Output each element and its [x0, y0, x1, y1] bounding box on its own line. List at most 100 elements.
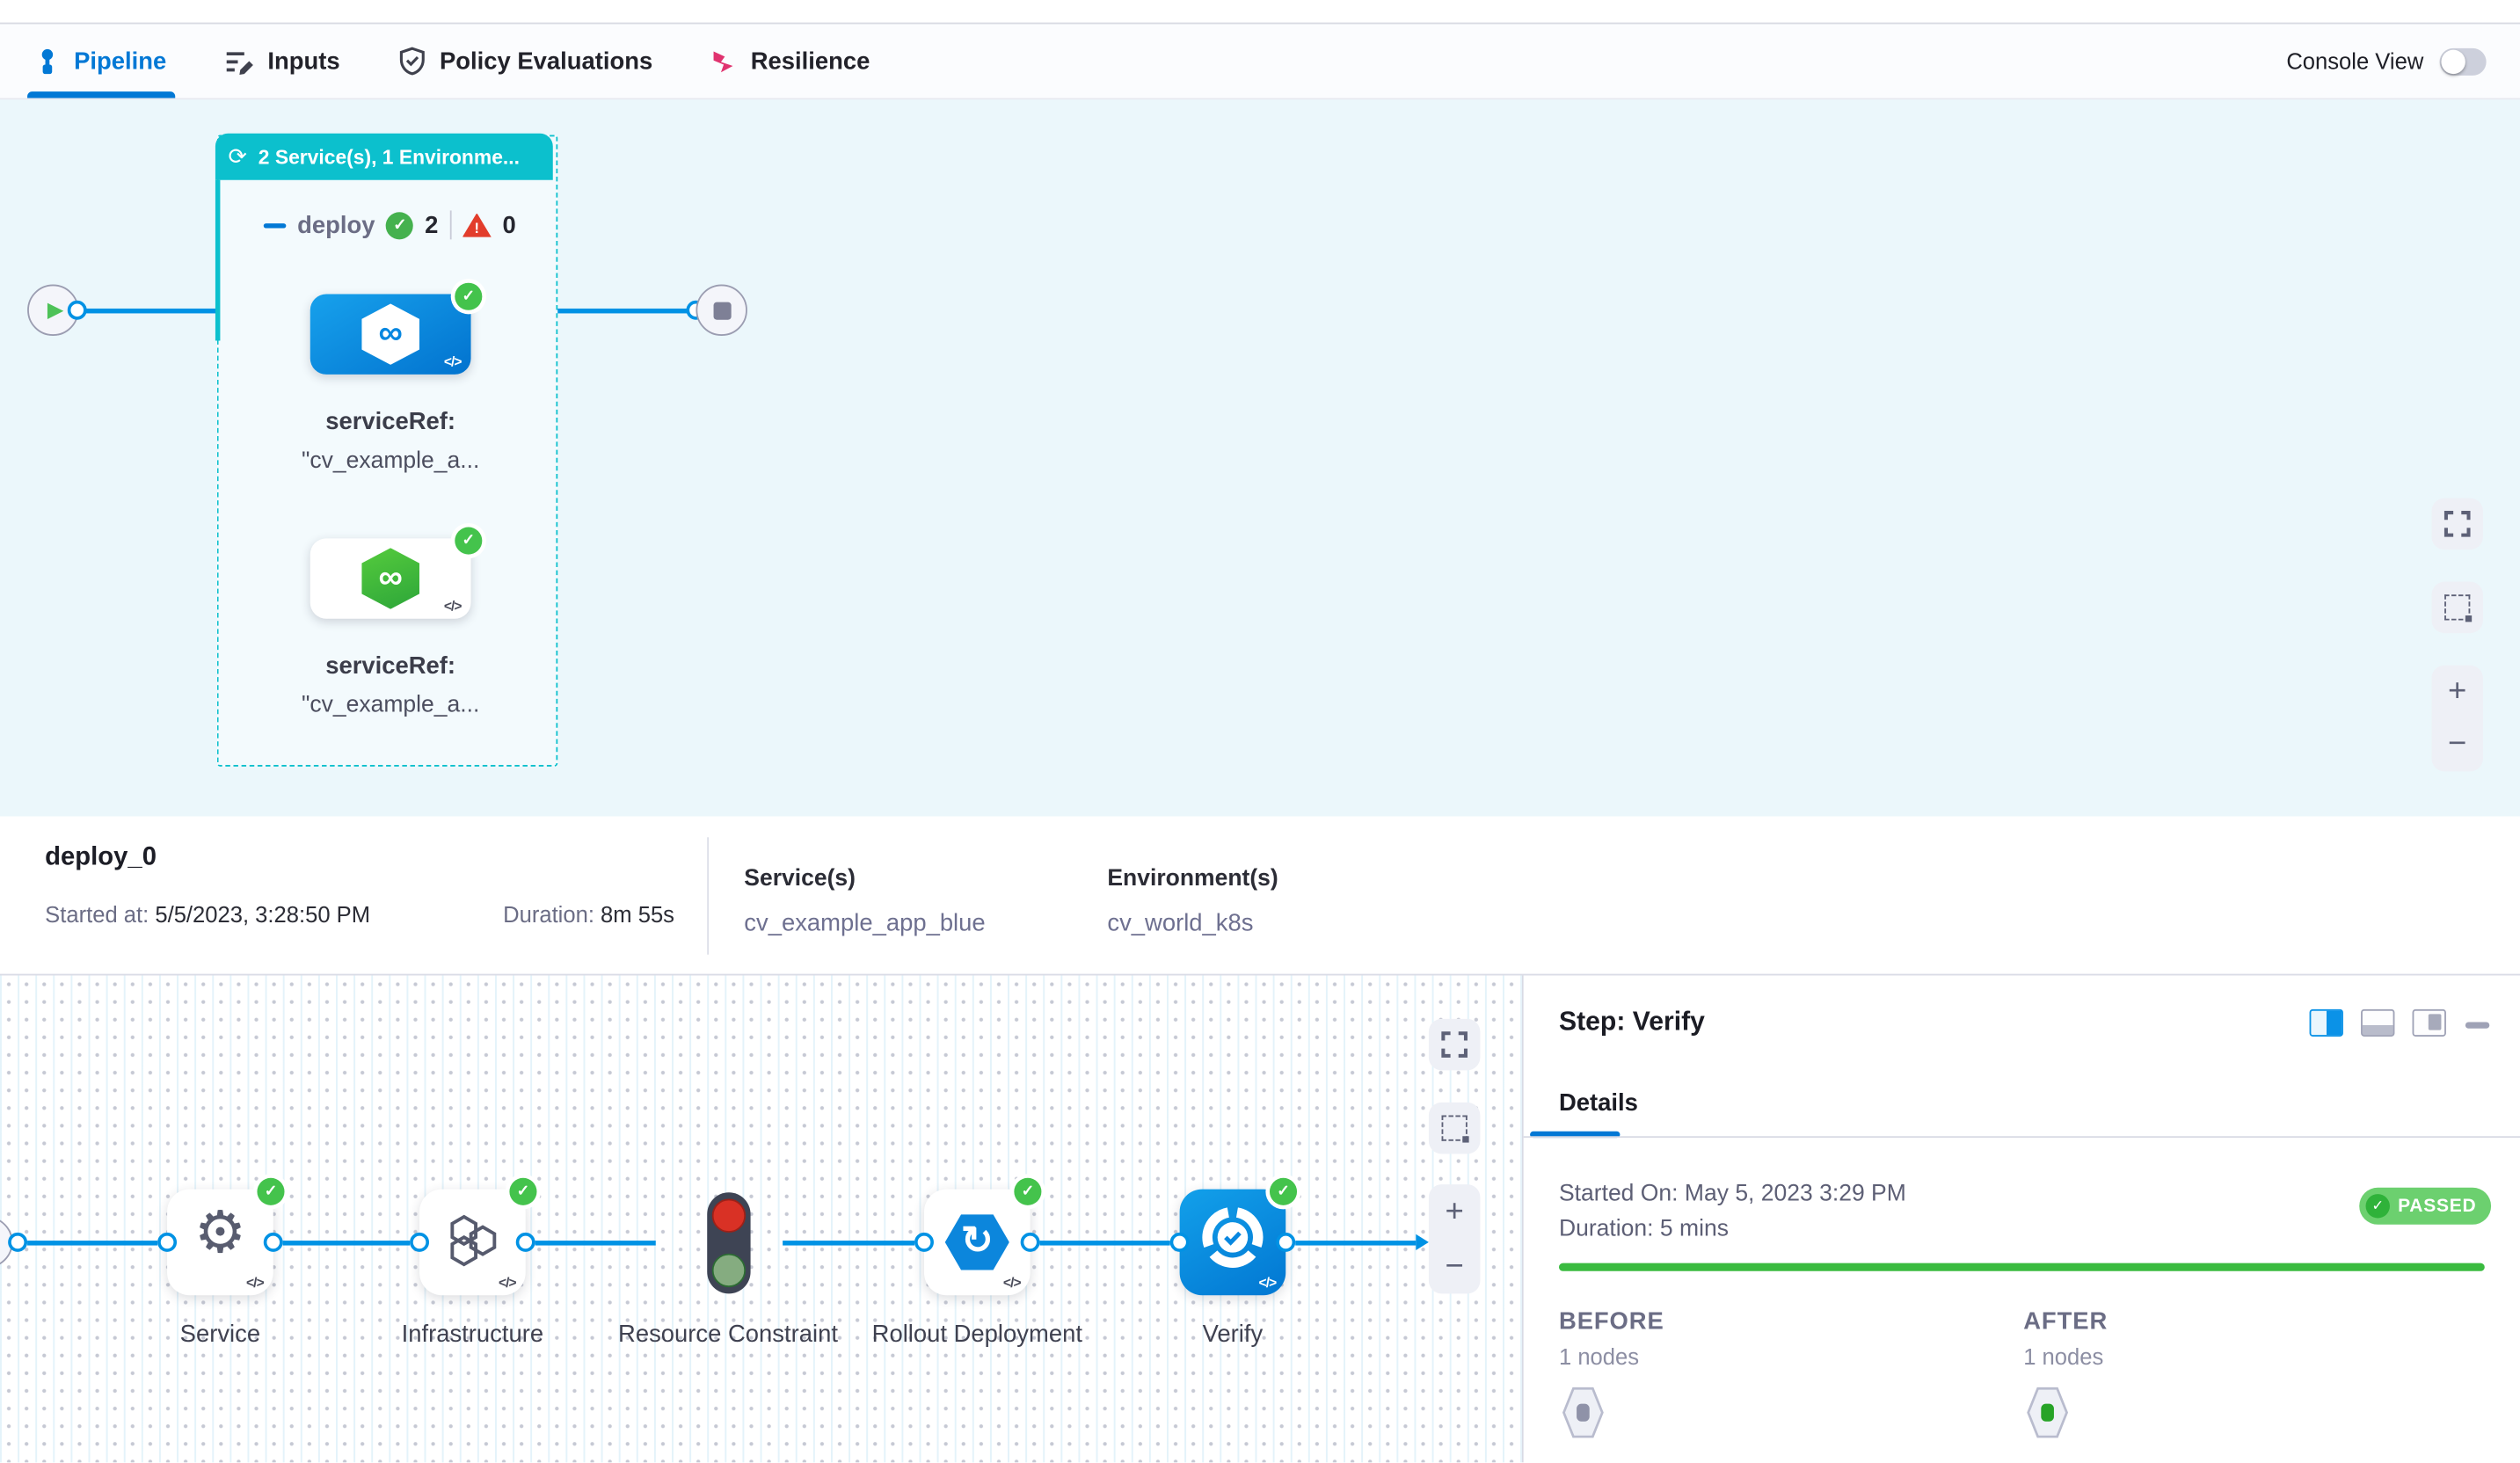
code-view-icon: </> [499, 1274, 516, 1290]
zoom-out-button[interactable]: − [1429, 1239, 1480, 1293]
step-duration-line: Duration: 5 mins [1559, 1217, 1729, 1242]
edge [283, 1240, 410, 1244]
step-details-title: Step: Verify [1559, 1008, 1705, 1038]
step-service[interactable]: ⚙ </> ✓ [167, 1190, 273, 1296]
marquee-icon [1442, 1116, 1468, 1141]
inputs-icon [224, 47, 253, 75]
port [1170, 1233, 1190, 1252]
verify-icon [1199, 1204, 1267, 1271]
deploy-stage-group[interactable]: ⟳ 2 Service(s), 1 Environme... deploy ✓ … [217, 135, 557, 767]
deploy-stage-summary-row: deploy ✓ 2 ! 0 [264, 210, 516, 239]
traffic-light-green [712, 1254, 746, 1287]
step-infrastructure-label: Infrastructure [352, 1318, 593, 1353]
duration-label: Duration: [503, 901, 594, 927]
success-badge: ✓ [1270, 1178, 1297, 1205]
success-badge: ✓ [1014, 1178, 1041, 1205]
port [157, 1233, 177, 1252]
step-started-label: Started On: [1559, 1181, 1679, 1206]
service-node-2-label: serviceRef: "cv_example_a... [229, 648, 553, 725]
marquee-select-button[interactable] [1429, 1103, 1480, 1154]
success-badge: ✓ [455, 528, 482, 555]
before-node-hexagon[interactable] [1562, 1387, 1605, 1446]
pipeline-execution-page: Pipeline Inputs Policy Evaluations Resil… [0, 0, 2520, 1462]
step-started-on-line: Started On: May 5, 2023 3:29 PM [1559, 1181, 1906, 1206]
marquee-icon [2444, 594, 2470, 620]
stage-left-accent [215, 180, 220, 341]
code-view-icon: </> [1003, 1274, 1021, 1290]
stage-services-badge[interactable]: ⟳ 2 Service(s), 1 Environme... [215, 134, 553, 180]
zoom-controls: + − [2431, 666, 2482, 772]
service-node-2[interactable]: ∞ </> ✓ [310, 538, 471, 618]
before-node-count: 1 nodes [1559, 1343, 1639, 1369]
collapse-stage-icon[interactable] [264, 222, 287, 227]
console-view-control: Console View [2286, 24, 2520, 98]
fit-to-screen-button[interactable] [2431, 499, 2482, 550]
minimize-panel-button[interactable] [2465, 1022, 2489, 1027]
tab-details[interactable]: Details [1559, 1089, 1638, 1117]
pipeline-icon [35, 47, 59, 75]
count-divider [449, 210, 451, 239]
zoom-out-button[interactable]: − [2431, 718, 2482, 771]
before-label: BEFORE [1559, 1308, 1664, 1336]
service-node-1[interactable]: ∞ </> ✓ [310, 294, 471, 374]
zoom-in-button[interactable]: + [2431, 666, 2482, 718]
layout-right-view-button[interactable] [2310, 1009, 2343, 1037]
success-badge: ✓ [509, 1178, 536, 1205]
failed-count-icon: ! [462, 213, 492, 237]
refresh-glyph: ↻ [961, 1223, 994, 1262]
services-value[interactable]: cv_example_app_blue [744, 910, 985, 937]
port [410, 1233, 429, 1252]
marquee-select-button[interactable] [2431, 582, 2482, 633]
step-verify-label: Verify [1112, 1318, 1353, 1353]
execution-detail-section: ▶ ⚙ </> ✓ Service </> ✓ [0, 975, 2520, 1462]
zoom-in-button[interactable]: + [1429, 1184, 1480, 1239]
service-ref-value: "cv_example_a... [229, 686, 553, 724]
duration-line: Duration: 8m 55s [503, 901, 674, 927]
started-at-label: Started at: [45, 901, 149, 927]
rollout-deployment-icon: ↻ [945, 1213, 1009, 1271]
console-view-toggle[interactable] [2440, 47, 2487, 75]
shield-check-icon [397, 47, 425, 76]
success-badge: ✓ [455, 283, 482, 310]
stage-graph-canvas[interactable]: ▶ ⟳ 2 Service(s), 1 Environme... deploy … [0, 99, 2520, 816]
loop-strategy-icon: ⟳ [229, 143, 247, 171]
step-graph-canvas[interactable]: ▶ ⚙ </> ✓ Service </> ✓ [0, 975, 1524, 1462]
expand-icon [2443, 509, 2472, 538]
environments-value[interactable]: cv_world_k8s [1107, 910, 1253, 937]
code-view-icon: </> [444, 598, 462, 614]
check-icon: ✓ [2366, 1194, 2390, 1218]
stage-services-badge-label: 2 Service(s), 1 Environme... [259, 145, 520, 168]
step-resource-constraint[interactable] [707, 1192, 750, 1293]
edge [1040, 1240, 1170, 1244]
started-at-line: Started at: 5/5/2023, 3:28:50 PM [45, 901, 370, 927]
step-details-panel: Step: Verify Details Started On: May 5, … [1524, 975, 2520, 1462]
expand-icon [1440, 1030, 1469, 1059]
fit-to-screen-button[interactable] [1429, 1019, 1480, 1070]
code-view-icon: </> [246, 1274, 264, 1290]
infrastructure-icon [442, 1212, 503, 1270]
service-ref-key: serviceRef: [229, 648, 553, 687]
edge-arrowhead [1416, 1234, 1429, 1250]
after-node-hexagon[interactable] [2027, 1387, 2069, 1446]
edge [27, 1240, 157, 1244]
tab-pipeline[interactable]: Pipeline [35, 24, 166, 98]
layout-bottom-view-button[interactable] [2361, 1009, 2394, 1037]
step-rollout-deployment[interactable]: ↻ </> ✓ [924, 1190, 1031, 1296]
step-started-value: May 5, 2023 3:29 PM [1685, 1181, 1906, 1206]
port [8, 1233, 27, 1252]
tab-resilience[interactable]: Resilience [710, 24, 870, 98]
resilience-icon [710, 47, 736, 75]
step-verify[interactable]: </> ✓ [1180, 1190, 1286, 1296]
edge [1295, 1240, 1416, 1244]
tab-policy-evaluations-label: Policy Evaluations [440, 47, 652, 75]
tab-policy-evaluations[interactable]: Policy Evaluations [397, 24, 652, 98]
success-count: 2 [425, 211, 438, 238]
tab-resilience-label: Resilience [751, 47, 870, 75]
layout-floating-view-button[interactable] [2413, 1009, 2446, 1037]
step-rollout-deployment-label: Rollout Deployment [856, 1318, 1097, 1353]
step-infrastructure[interactable]: </> ✓ [419, 1190, 526, 1296]
infinity-glyph: ∞ [378, 559, 402, 598]
tab-inputs[interactable]: Inputs [224, 24, 340, 98]
edge [783, 1240, 914, 1244]
execution-meta-bar: deploy_0 Started at: 5/5/2023, 3:28:50 P… [0, 817, 2520, 976]
